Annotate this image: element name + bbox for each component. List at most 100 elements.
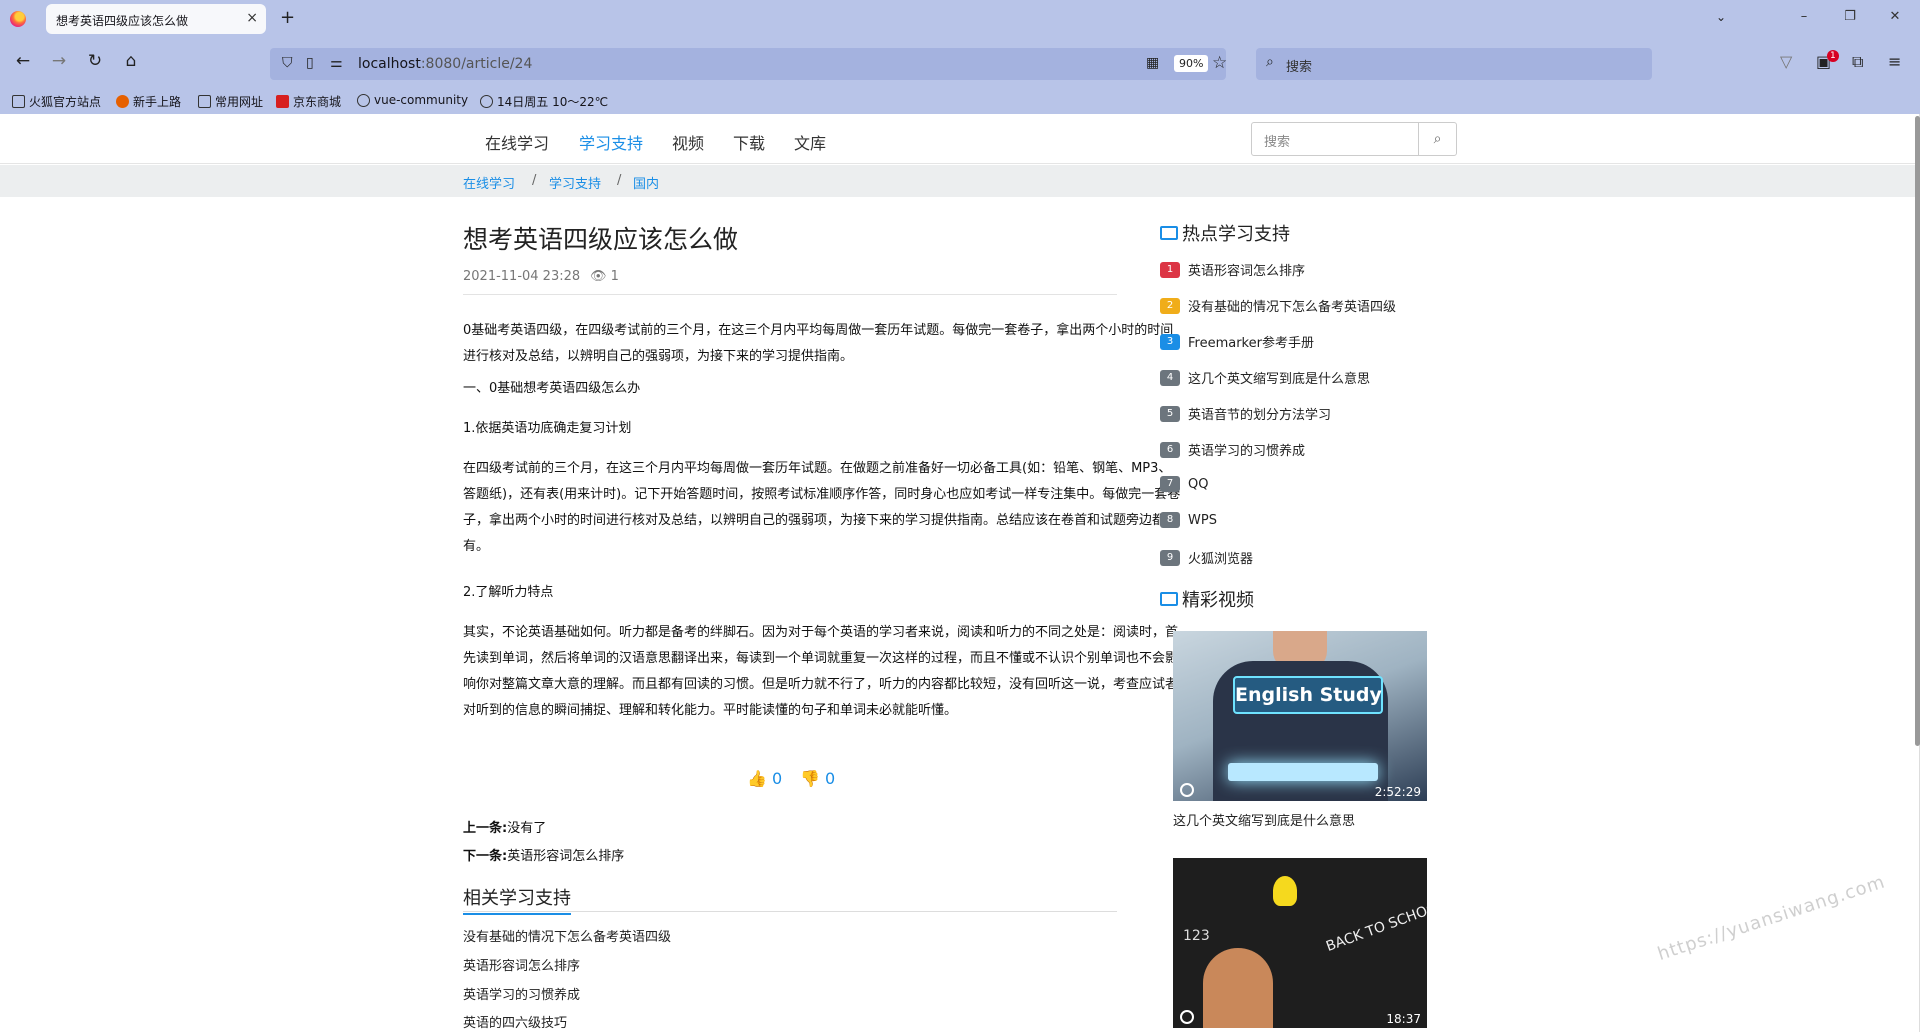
hot-item[interactable]: 3 Freemarker参考手册 [1160,332,1314,351]
bookmark-item[interactable]: 京东商城 [276,93,341,110]
breadcrumb-item[interactable]: 国内 [633,173,659,192]
tab-close-icon[interactable]: × [246,10,258,26]
thumbs-up-icon: 👍 [747,769,767,788]
related-item[interactable]: 英语的四六级技巧 [463,1012,567,1031]
new-tab-button[interactable]: + [280,8,295,28]
child-figure [1203,948,1273,1028]
folder-icon [198,95,211,108]
firefox-logo-icon[interactable] [10,11,26,27]
hot-item[interactable]: 1 英语形容词怎么排序 [1160,260,1305,279]
breadcrumb-item[interactable]: 学习支持 [549,173,601,192]
puzzle-extensions-icon[interactable]: ⧉ [1852,52,1863,72]
breadcrumb-item[interactable]: 在线学习 [463,173,515,192]
film-icon [1160,592,1178,606]
article-subheading: 2.了解听力特点 [463,585,554,600]
browser-search-bar[interactable]: ⌕ 搜索 [1256,48,1652,80]
prev-article: 上一条:没有了 [463,821,547,836]
nav-download[interactable]: 下载 [733,130,765,154]
hot-item[interactable]: 4 这几个英文缩写到底是什么意思 [1160,368,1370,387]
bookmark-star-icon[interactable]: ☆ [1212,53,1227,73]
site-search-button[interactable]: ⌕ [1418,123,1456,155]
address-bar[interactable]: ⛉ ▯ ⚌ localhost:8080/article/24 ▦ 90% ☆ [270,48,1227,80]
globe-icon [480,95,493,108]
browser-tab[interactable]: 想考英语四级应该怎么做 × [46,4,266,34]
hot-item[interactable]: 6 英语学习的习惯养成 [1160,440,1305,459]
next-article: 下一条:英语形容词怎么排序 [463,849,625,864]
breadcrumb-separator: / [617,173,622,188]
hot-item[interactable]: 8 WPS [1160,512,1217,530]
hot-item[interactable]: 9 火狐浏览器 [1160,548,1253,567]
featured-video-title: 精彩视频 [1160,586,1254,612]
restore-button[interactable]: ❐ [1840,9,1860,24]
breadcrumb-separator: / [532,173,537,188]
video-thumbnail[interactable]: BACK TO SCHOOL 123 18:37 [1173,858,1427,1028]
related-item[interactable]: 英语形容词怎么排序 [463,955,580,974]
newspaper-icon [1160,226,1178,240]
nav-online-learning[interactable]: 在线学习 [485,130,549,154]
play-icon[interactable] [1180,1010,1194,1024]
prev-article-link[interactable]: 没有了 [507,821,546,836]
back-arrow-icon[interactable]: ← [12,50,34,72]
folder-icon [12,95,25,108]
breadcrumb: 在线学习 / 学习支持 / 国内 [0,165,1920,197]
jd-icon [276,95,289,108]
nav-learning-support[interactable]: 学习支持 [579,130,643,154]
related-item[interactable]: 英语学习的习惯养成 [463,984,580,1003]
bookmark-item[interactable]: 常用网址 [198,93,263,110]
list-all-tabs-icon[interactable]: ⌄ [1716,10,1726,24]
video-caption[interactable]: 这几个英文缩写到底是什么意思 [1173,810,1355,829]
dislike-button[interactable]: 👎 0 [800,769,835,788]
bookmark-item[interactable]: 新手上路 [116,93,181,110]
next-article-link[interactable]: 英语形容词怎么排序 [507,849,624,864]
article-title: 想考英语四级应该怎么做 [463,225,739,254]
like-button[interactable]: 👍 0 [747,769,782,788]
related-item[interactable]: 没有基础的情况下怎么备考英语四级 [463,926,671,945]
view-count: 👁 1 [590,269,619,284]
shield-icon[interactable]: ⛉ [282,55,293,71]
play-icon[interactable] [1180,783,1194,797]
article-paragraph: 0基础考英语四级，在四级考试前的三个月，在这三个月内平均每周做一套历年试题。每做… [463,323,1174,364]
bookmarks-toolbar: 火狐官方站点 新手上路 常用网址 京东商城 vue-community 14日周… [0,86,1920,114]
nav-library[interactable]: 文库 [794,130,826,154]
article-paragraph: 其实，不论英语基础如何。听力都是备考的绊脚石。因为对于每个英语的学习者来说，阅读… [463,625,1179,718]
hot-rank-badge: 2 [1160,297,1180,314]
site-search-input[interactable]: 搜索 [1264,131,1290,150]
video-thumbnail[interactable]: English Study 2:52:29 [1173,631,1427,801]
globe-icon [357,93,370,107]
chalk-digits: 123 [1183,928,1210,944]
bookmark-item[interactable]: 14日周五 10～22℃ [480,93,608,110]
divider [463,294,1117,295]
search-icon: ⌕ [1266,54,1274,70]
zoom-level-badge[interactable]: 90% [1174,55,1209,72]
video-duration: 18:37 [1386,1012,1421,1026]
hot-rank-badge: 6 [1160,441,1180,458]
minimize-button[interactable]: – [1794,9,1814,24]
page-icon[interactable]: ▯ [306,55,314,71]
hot-rank-badge: 7 [1160,476,1180,492]
hot-rank-badge: 1 [1160,261,1180,278]
article-heading: 一、0基础想考英语四级怎么办 [463,381,641,396]
menu-icon[interactable]: ≡ [1888,52,1901,71]
video-duration: 2:52:29 [1374,785,1421,799]
hot-item[interactable]: 2 没有基础的情况下怎么备考英语四级 [1160,296,1396,315]
video-overlay-text: English Study [1233,676,1383,714]
reload-icon[interactable]: ↻ [84,50,106,72]
hot-item[interactable]: 5 英语音节的划分方法学习 [1160,404,1331,423]
home-icon[interactable]: ⌂ [120,50,142,72]
divider [463,911,1117,912]
pocket-icon[interactable]: ▽ [1780,52,1792,71]
url-text[interactable]: localhost:8080/article/24 [358,56,532,72]
hot-support-title: 热点学习支持 [1160,220,1290,246]
close-window-button[interactable]: ✕ [1885,9,1905,24]
forward-arrow-icon[interactable]: → [48,50,70,72]
nav-video[interactable]: 视频 [672,130,704,154]
scrollbar-thumb[interactable] [1915,116,1920,746]
hot-item[interactable]: 7 QQ [1160,476,1208,494]
site-search-box[interactable]: 搜索 ⌕ [1251,122,1457,156]
bookmark-item[interactable]: 火狐官方站点 [12,93,101,110]
qr-code-icon[interactable]: ▦ [1146,55,1159,71]
permissions-icon[interactable]: ⚌ [330,55,343,71]
hot-rank-badge: 5 [1160,405,1180,422]
thumbs-down-icon: 👎 [800,769,820,788]
bookmark-item[interactable]: vue-community [357,93,468,107]
